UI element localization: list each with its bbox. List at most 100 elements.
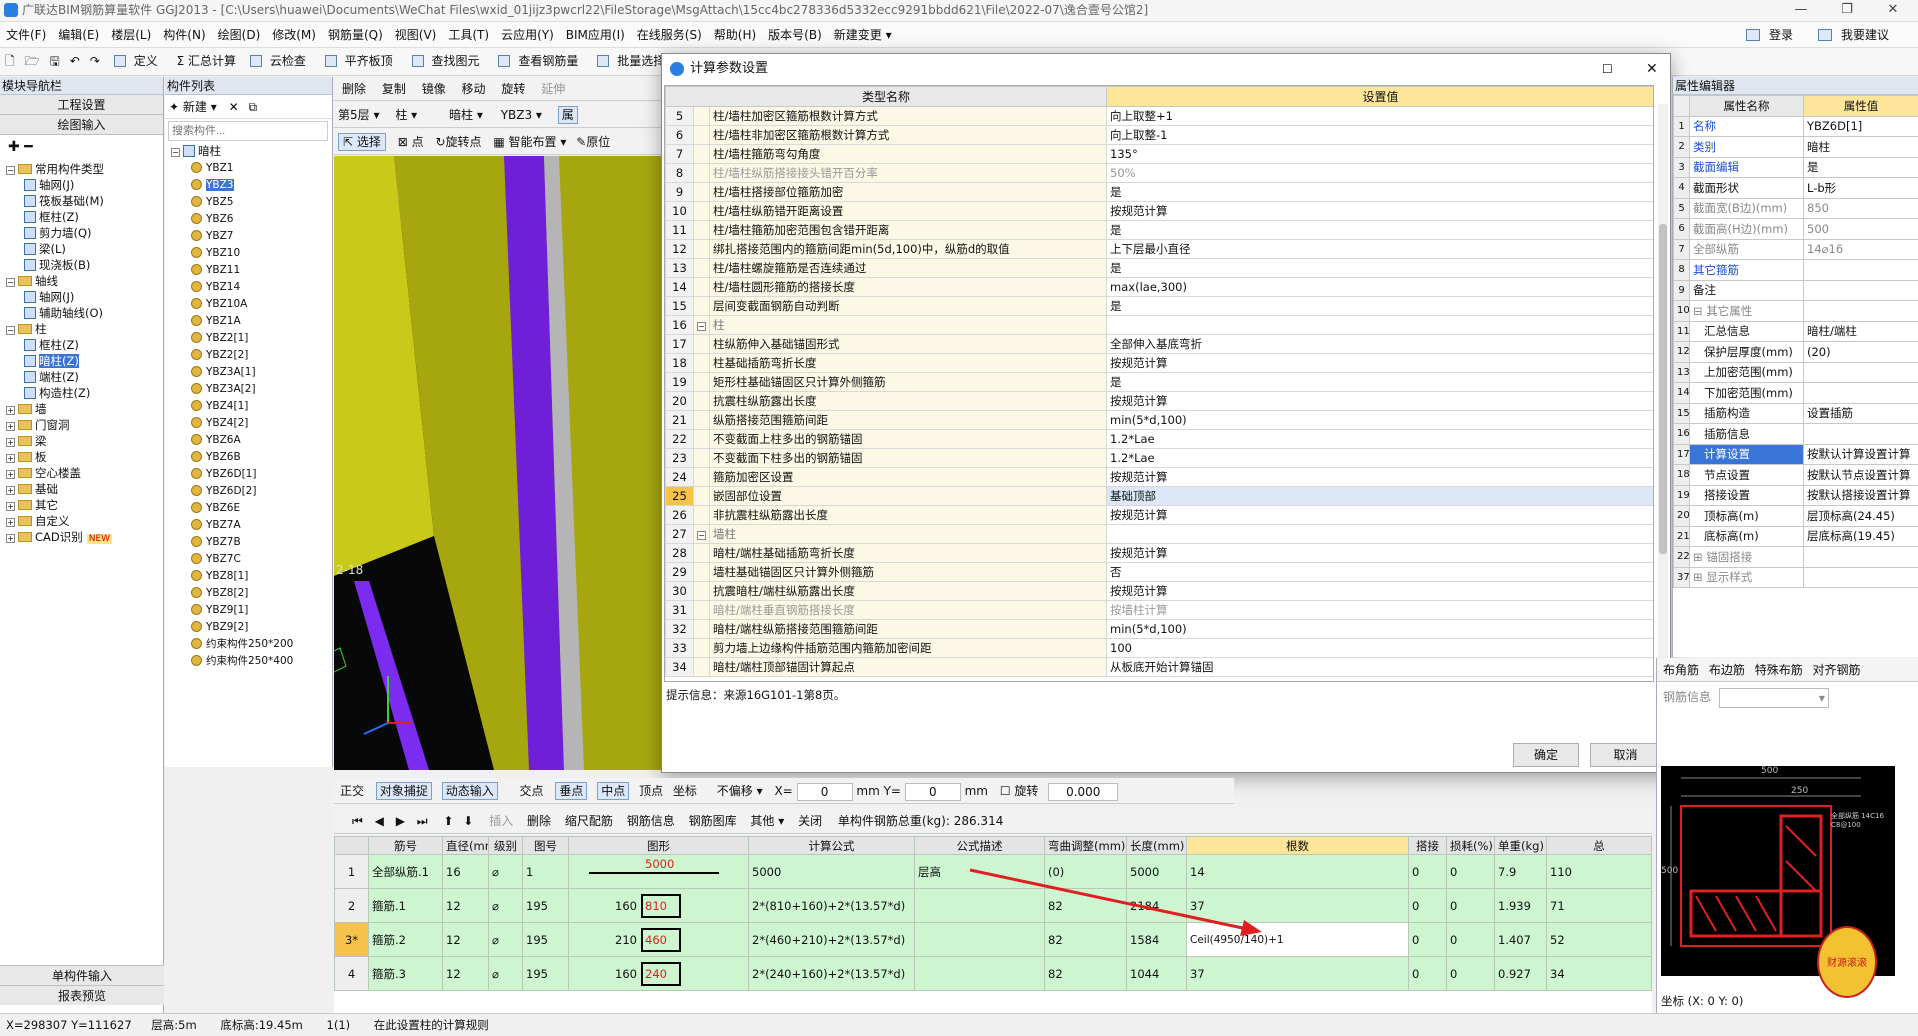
component-item[interactable]: YBZ2[2] xyxy=(191,346,332,363)
3d-viewport[interactable]: 2-18 xyxy=(334,156,664,770)
expander-icon[interactable]: + xyxy=(6,406,15,415)
component-item[interactable]: YBZ7A xyxy=(191,516,332,533)
property-row[interactable]: 13 上加密范围(mm) xyxy=(1673,361,1918,383)
property-value[interactable]: 按默认搭接设置计算 xyxy=(1803,484,1918,506)
setting-value[interactable] xyxy=(1106,315,1653,335)
component-item[interactable]: YBZ3A[2] xyxy=(191,380,332,397)
property-row[interactable]: 22 ⊞ 锚固搭接 xyxy=(1673,546,1918,568)
menu-modify[interactable]: 修改(M) xyxy=(266,22,322,48)
property-value[interactable]: 14⌀16 xyxy=(1803,238,1918,260)
mascot-icon[interactable]: 财源滚滚 xyxy=(1817,926,1877,998)
component-item[interactable]: YBZ9[1] xyxy=(191,601,332,618)
nav-tree-item[interactable]: + 基础 xyxy=(6,481,163,497)
property-value[interactable]: 暗柱/端柱 xyxy=(1803,320,1918,342)
setting-value[interactable] xyxy=(1106,524,1653,544)
component-item[interactable]: YBZ3A[1] xyxy=(191,363,332,380)
property-row[interactable]: 19 搭接设置 按默认搭接设置计算 xyxy=(1673,484,1918,506)
component-item[interactable]: YBZ6B xyxy=(191,448,332,465)
login-link[interactable]: 登录 xyxy=(1740,22,1805,48)
setting-value[interactable]: 按规范计算 xyxy=(1106,543,1653,563)
property-row[interactable]: 17 计算设置 按默认计算设置计算 xyxy=(1673,443,1918,465)
ortho-toggle[interactable]: 正交 xyxy=(340,784,364,798)
nav-tree-item[interactable]: − 柱 xyxy=(6,321,163,337)
settings-row[interactable]: 6 柱/墙柱非加密区箍筋根数计算方式 向上取整-1 xyxy=(665,125,1653,145)
property-value[interactable] xyxy=(1803,259,1918,281)
settings-row[interactable]: 8 柱/墙柱纵筋搭接接头错开百分率 50% xyxy=(665,163,1653,183)
property-row[interactable]: 14 下加密范围(mm) xyxy=(1673,382,1918,404)
menu-floor[interactable]: 楼层(L) xyxy=(105,22,157,48)
calc-button[interactable]: Σ 汇总计算 xyxy=(172,48,241,74)
property-value[interactable]: 是 xyxy=(1803,156,1918,178)
setting-value[interactable]: 按规范计算 xyxy=(1106,467,1653,487)
angle-input[interactable]: 0.000 xyxy=(1048,782,1119,801)
nav-tree-item[interactable]: + CAD识别 NEW xyxy=(6,529,163,547)
property-value[interactable]: 按默认计算设置计算 xyxy=(1803,443,1918,465)
delete-row-button[interactable]: 删除 xyxy=(527,814,551,828)
setting-value[interactable]: 按规范计算 xyxy=(1106,353,1653,373)
setting-value[interactable]: 按规范计算 xyxy=(1106,201,1653,221)
property-row[interactable]: 15 插筋构造 设置插筋 xyxy=(1673,402,1918,424)
midpoint-snap[interactable]: 中点 xyxy=(597,782,630,800)
copy-tool[interactable]: 复制 xyxy=(382,82,406,96)
collapse-all-icon[interactable]: ━ xyxy=(24,139,32,155)
property-row[interactable]: 37 ⊞ 显示样式 xyxy=(1673,566,1918,588)
minimize-button[interactable]: — xyxy=(1778,0,1824,21)
insert-row-button[interactable]: 插入 xyxy=(489,814,513,828)
setting-value[interactable]: 基础顶部 xyxy=(1106,486,1653,506)
component-item[interactable]: 约束构件250*200 xyxy=(191,635,332,652)
undo-icon[interactable]: ↶ xyxy=(65,48,85,74)
property-row[interactable]: 21 底标高(m) 层底标高(19.45) xyxy=(1673,525,1918,547)
align-rebar-tab[interactable]: 对齐钢筋 xyxy=(1813,663,1861,677)
property-value[interactable] xyxy=(1803,566,1918,588)
settings-scrollbar-thumb[interactable] xyxy=(1659,224,1667,554)
nav-tree-item[interactable]: + 板 xyxy=(6,449,163,465)
settings-row[interactable]: 34 暗柱/端柱顶部锚固计算起点 从板底开始计算锚固 xyxy=(665,657,1653,677)
setting-value[interactable]: 上下层最小直径 xyxy=(1106,239,1653,259)
setting-value[interactable]: max(lae,300) xyxy=(1106,277,1653,297)
component-item[interactable]: YBZ1A xyxy=(191,312,332,329)
setting-value[interactable]: min(5*d,100) xyxy=(1106,410,1653,430)
menu-cloud[interactable]: 云应用(Y) xyxy=(495,22,560,48)
move-up-icon[interactable]: ⬆ xyxy=(443,814,453,828)
settings-row[interactable]: 26 非抗震柱纵筋露出长度 按规范计算 xyxy=(665,505,1653,525)
new-component-button[interactable]: ✦ 新建 ▾ xyxy=(169,100,217,114)
nav-tree-item[interactable]: 框柱(Z) xyxy=(6,337,163,353)
menu-file[interactable]: 文件(F) xyxy=(0,22,52,48)
settings-row[interactable]: 9 柱/墙柱搭接部位箍筋加密是 xyxy=(665,182,1653,202)
property-row[interactable]: 18 节点设置 按默认节点设置计算 xyxy=(1673,464,1918,486)
setting-value[interactable]: 按规范计算 xyxy=(1106,391,1653,411)
menu-view[interactable]: 视图(V) xyxy=(389,22,443,48)
expander-icon[interactable]: + xyxy=(6,534,15,543)
expand-all-icon[interactable]: ✚ xyxy=(8,139,20,155)
component-item[interactable]: 约束构件250*400 xyxy=(191,652,332,669)
dialog-close-button[interactable]: ✕ xyxy=(1646,54,1658,84)
special-rebar-tab[interactable]: 特殊布筋 xyxy=(1755,663,1803,677)
settings-row[interactable]: 33 剪力墙上边缘构件插筋范围内箍筋加密间距 100 xyxy=(665,638,1653,658)
settings-row[interactable]: 32 暗柱/端柱纵筋搭接范围箍筋间距 min(5*d,100) xyxy=(665,619,1653,639)
group-collapse-icon[interactable]: − xyxy=(697,531,706,540)
setting-value[interactable]: 按规范计算 xyxy=(1106,581,1653,601)
point-tool[interactable]: ⊠ 点 xyxy=(398,135,424,149)
property-row[interactable]: 12 保护层厚度(mm) (20) xyxy=(1673,341,1918,363)
other-button[interactable]: 其他 ▾ xyxy=(750,814,784,828)
redo-icon[interactable]: ↷ xyxy=(85,48,105,74)
dynamic-input-toggle[interactable]: 动态输入 xyxy=(441,782,498,800)
group-collapse-icon[interactable]: − xyxy=(697,322,706,331)
settings-row[interactable]: 30 抗震暗柱/端柱纵筋露出长度 按规范计算 xyxy=(665,581,1653,601)
x-input[interactable]: 0 xyxy=(796,782,853,801)
expander-icon[interactable]: + xyxy=(6,438,15,447)
property-value[interactable] xyxy=(1803,546,1918,568)
perpendicular-snap[interactable]: 垂点 xyxy=(555,782,588,800)
property-value[interactable]: 按默认节点设置计算 xyxy=(1803,464,1918,486)
project-settings-button[interactable]: 工程设置 xyxy=(0,95,163,115)
rebar-library-button[interactable]: 钢筋图库 xyxy=(689,814,737,828)
setting-value[interactable]: 是 xyxy=(1106,258,1653,278)
component-item[interactable]: YBZ10 xyxy=(191,244,332,261)
offset-select[interactable]: 不偏移 ▾ xyxy=(717,784,763,798)
close-table-button[interactable]: 关闭 xyxy=(798,814,822,828)
property-button[interactable]: 属 xyxy=(557,106,578,124)
settings-row[interactable]: 20 抗震柱纵筋露出长度 按规范计算 xyxy=(665,391,1653,411)
nav-tree-item[interactable]: 轴网(J) xyxy=(6,289,163,305)
setting-value[interactable]: 100 xyxy=(1106,638,1653,658)
prev-record-icon[interactable]: ◀ xyxy=(375,814,384,828)
